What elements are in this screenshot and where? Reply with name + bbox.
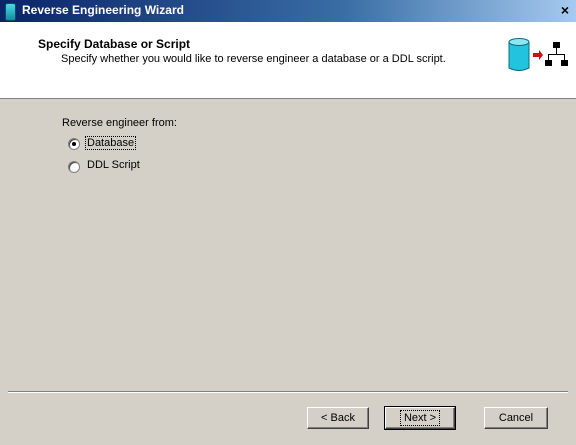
window-title: Reverse Engineering Wizard [22, 3, 184, 17]
database-to-diagram-icon [508, 38, 568, 71]
radio-database-label[interactable]: Database [85, 136, 137, 150]
app-icon [5, 3, 16, 21]
wizard-header: Specify Database or Script Specify wheth… [0, 22, 576, 99]
next-button[interactable]: Next > [384, 406, 456, 430]
radio-ddl-script-label[interactable]: DDL Script [87, 159, 140, 171]
title-bar[interactable]: Reverse Engineering Wizard × [0, 0, 576, 22]
header-separator [0, 98, 576, 99]
wizard-window: Reverse Engineering Wizard × Specify Dat… [0, 0, 576, 445]
cancel-button[interactable]: Cancel [484, 407, 548, 429]
back-button[interactable]: < Back [307, 407, 369, 429]
next-button-label: Next > [399, 410, 441, 426]
footer-separator [8, 391, 568, 393]
radio-ddl-script-indicator[interactable] [68, 161, 80, 173]
back-button-label: < Back [321, 412, 355, 424]
page-subtitle: Specify whether you would like to revers… [61, 53, 446, 65]
cancel-button-label: Cancel [498, 412, 534, 424]
reverse-from-label: Reverse engineer from: [62, 117, 177, 129]
close-button[interactable]: × [558, 3, 572, 17]
page-title: Specify Database or Script [38, 37, 191, 51]
radio-database-indicator[interactable] [68, 138, 80, 150]
